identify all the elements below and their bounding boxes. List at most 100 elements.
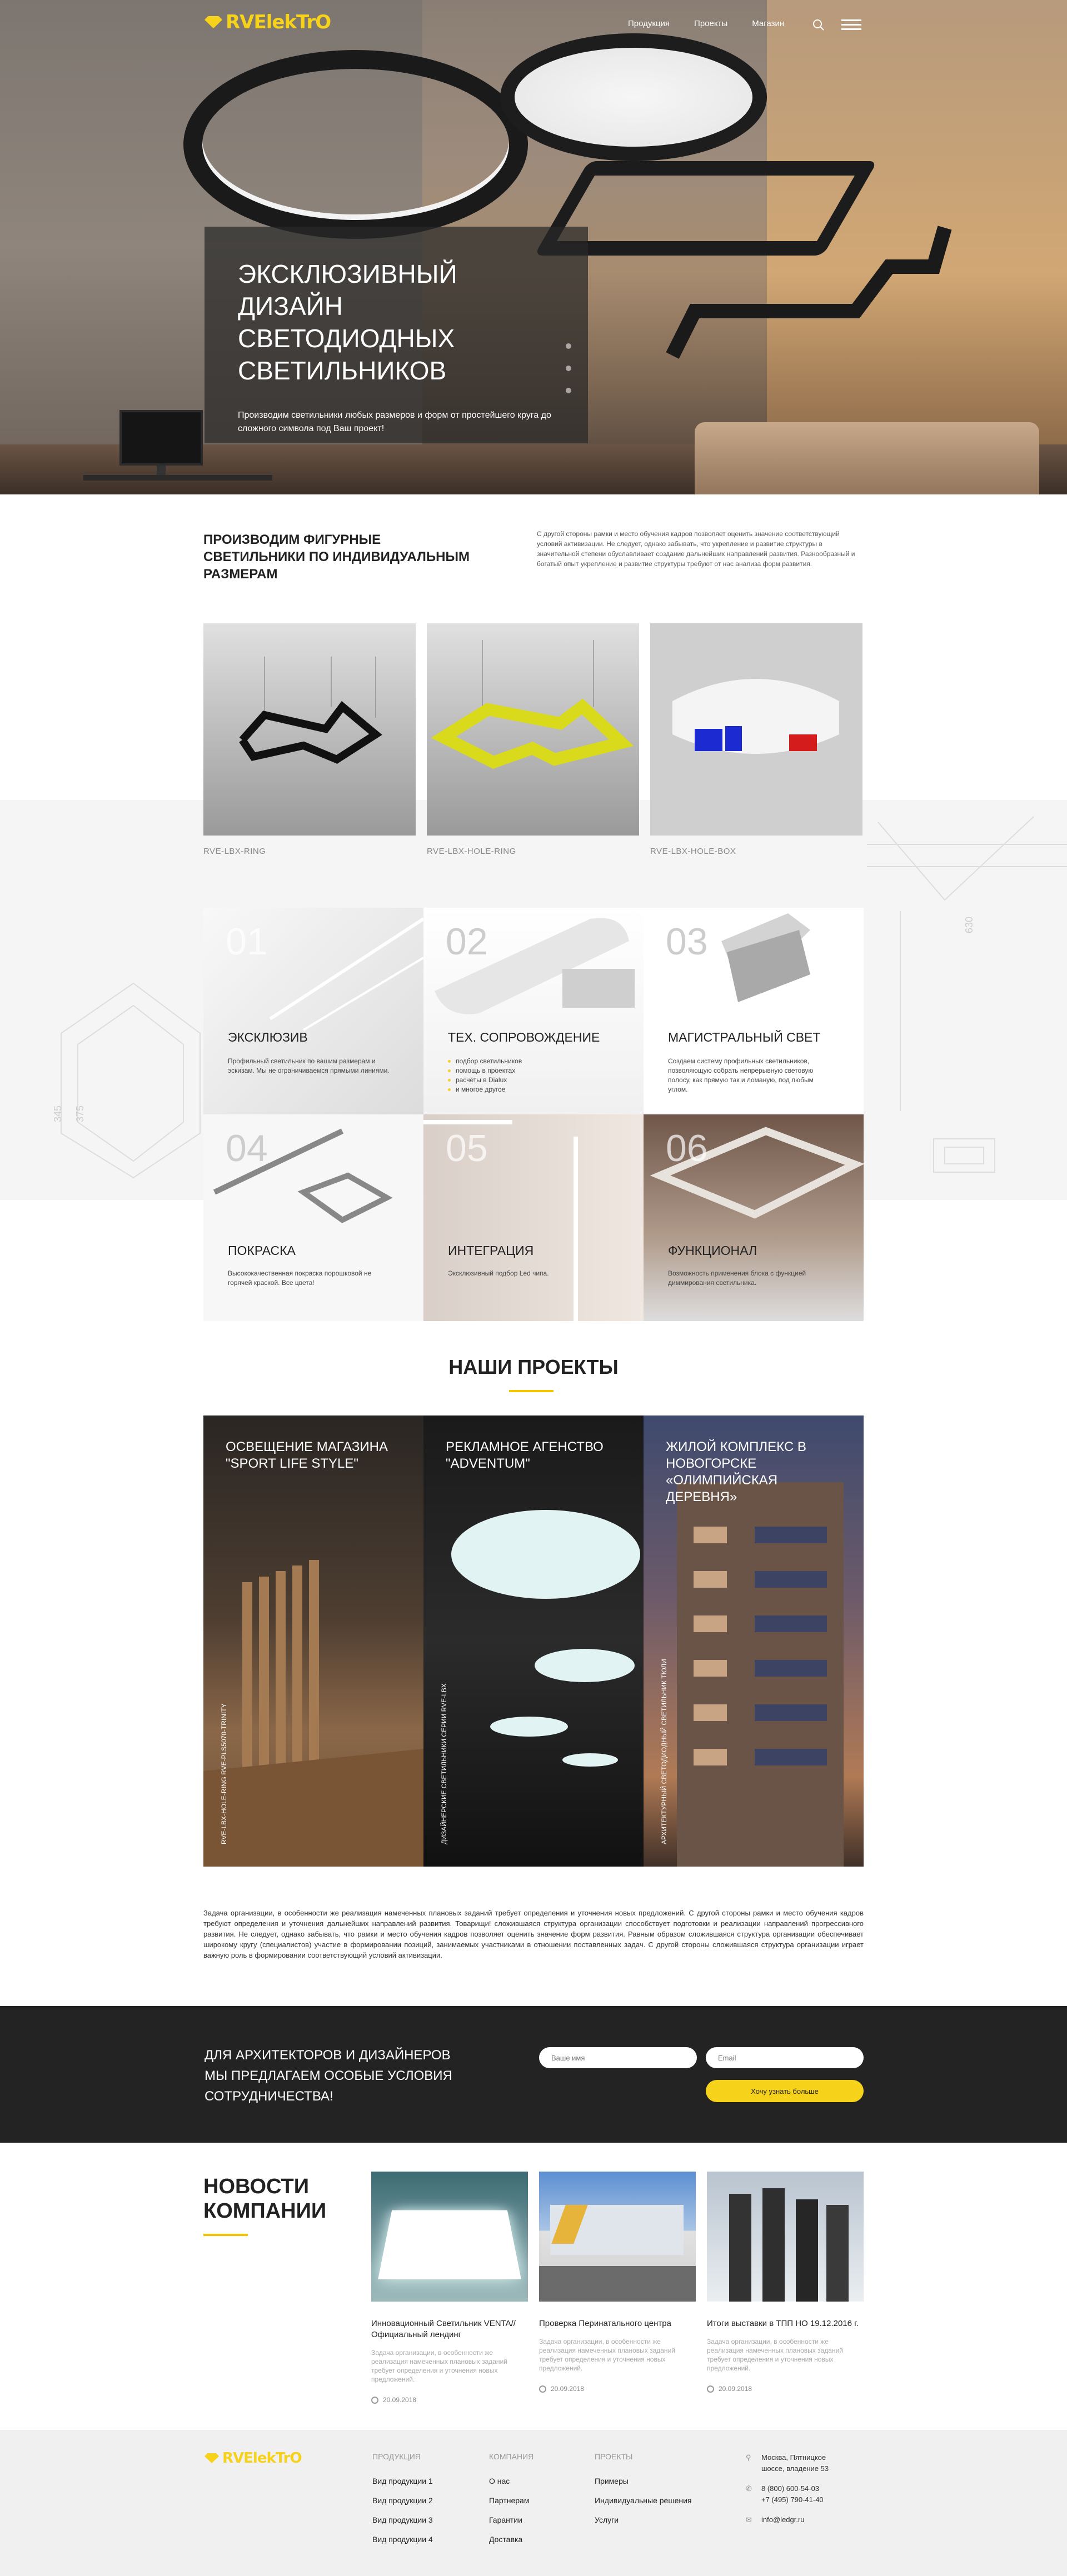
feature-card-functional: 06 Функционал Возможность применения бло… [644,1114,864,1321]
footer: RVElekTrO Продукция Вид продукции 1 Вид … [0,2430,1067,2576]
feature-title: Магистральный свет [668,1030,821,1044]
news-title[interactable]: Проверка Перинатального центра [539,2318,696,2329]
mail-icon: ✉ [746,2515,752,2524]
news-date-text: 20.09.2018 [551,2385,585,2393]
feature-title: Эксклюзив [228,1030,308,1044]
footer-link[interactable]: Вид продукции 2 [372,2496,433,2505]
feature-desc: Создаем систему профильных светильников,… [668,1057,814,1093]
heading-underline [203,2234,248,2236]
footer-column-heading: Продукция [372,2452,421,2461]
intro-title: Производим фигурные светильники по индив… [203,532,470,582]
footer-link[interactable]: Доставка [489,2535,534,2544]
search-icon[interactable] [812,19,825,31]
feature-card-integration: 05 Интеграция Эксклюзивный подбор Led чи… [423,1114,644,1321]
footer-email: ✉ info@ledgr.ru [746,2514,845,2525]
feature-number: 03 [666,921,708,963]
product-image [650,623,862,836]
nav-item-products[interactable]: Продукция [628,19,670,28]
slider-dot[interactable] [566,366,571,371]
header-actions [812,17,861,33]
news-image [371,2172,528,2302]
footer-logo[interactable]: RVElekTrO [205,2450,302,2467]
news-image [707,2172,864,2302]
footer-link[interactable]: Вид продукции 3 [372,2515,433,2524]
product-image [431,640,634,769]
project-vertical-caption: АРХИТЕКТУРНЫЙ СВЕТОДИОДНЫЙ СВЕТИЛЬНИК ТЮ… [660,1659,668,1844]
svg-text:345: 345 [52,1106,63,1122]
nav-item-shop[interactable]: Магазин [752,19,784,28]
footer-column-products: Продукция Вид продукции 1 Вид продукции … [372,2452,433,2554]
footer-link[interactable]: Примеры [595,2477,692,2485]
name-input[interactable] [539,2047,697,2068]
product-card-ring[interactable] [203,623,416,836]
feature-number: 01 [226,921,268,963]
news-title[interactable]: Итоги выставки в ТПП НО 19.12.2016 г. [707,2318,864,2329]
email-link[interactable]: info@ledgr.ru [761,2514,805,2525]
news-date: 20.09.2018 [371,2396,528,2404]
news-date-text: 20.09.2018 [383,2396,417,2404]
intro-text: С другой стороны рамки и место обучения … [537,530,855,568]
project-title: Освещение магазина "Sport Life Style" [226,1439,388,1471]
product-card-hole-box[interactable] [650,623,862,836]
project-title: Рекламное агенство "Adventum" [446,1439,604,1471]
project-vertical-caption: ДИЗАЙНЕРСКИЕ СВЕТИЛЬНИКИ СЕРИИ RVE-LBX [440,1683,448,1844]
product-label: RVE-LBX-HOLE-BOX [650,847,736,856]
menu-burger-icon[interactable] [841,17,861,33]
logo-diamond-icon [205,2453,219,2463]
footer-column-heading: Компания [489,2452,534,2461]
feature-desc: Эксклюзивный подбор Led чипа. [448,1269,549,1277]
feature-title: Тех. сопровождение [448,1030,600,1044]
email-input[interactable] [706,2047,864,2068]
footer-phones: ✆ 8 (800) 600-54-03 +7 (495) 790-41-40 [746,2483,845,2505]
footer-contacts: ⚲ Москва, Пятницкое шоссе, владение 53 ✆ … [746,2452,845,2534]
feature-card-exclusive: 01 Эксклюзив Профильный светильник по ва… [203,908,423,1114]
logo-text: RVElekTrO [222,2450,302,2467]
news-title[interactable]: Инновационный Светильник VENTA// Официал… [371,2318,528,2340]
feature-list-item: и многое другое [448,1085,615,1094]
project-vertical-caption: RVE-LBX-HOLE-RING RVE-PLS5070-TRINITY [220,1703,228,1844]
news-date-text: 20.09.2018 [719,2385,752,2393]
cta-text: Для архитекторов и дизайнеров мы предлаг… [205,2048,452,2104]
project-card-sport-life[interactable]: Освещение магазина "Sport Life Style" RV… [203,1415,423,1867]
product-label: RVE-LBX-HOLE-RING [427,847,516,856]
footer-link[interactable]: Индивидуальные решения [595,2496,692,2505]
news-item[interactable]: Инновационный Светильник VENTA// Официал… [371,2172,528,2404]
nav-item-projects[interactable]: Проекты [694,19,727,28]
phone-link[interactable]: 8 (800) 600-54-03 [761,2483,824,2494]
learn-more-button[interactable]: Хочу узнать больше [706,2080,864,2102]
product-card-hole-ring[interactable] [427,623,639,836]
phone-link[interactable]: +7 (495) 790-41-40 [761,2494,824,2505]
header-logo[interactable]: RVElekTrO [205,11,331,33]
footer-link[interactable]: Гарантии [489,2515,534,2524]
news-item[interactable]: Проверка Перинатального центра Задача ор… [539,2172,696,2393]
footer-link[interactable]: Партнерам [489,2496,534,2505]
feature-card-trunk-light: 03 Магистральный свет Создаем систему пр… [644,908,864,1114]
project-card-olympic-village[interactable]: Жилой комплекс в Новогорске «Олимпийская… [644,1415,864,1867]
clock-icon [371,2396,378,2404]
projects-description: Задача организации, в особенности же реа… [203,1909,864,1959]
footer-link[interactable]: Вид продукции 4 [372,2535,433,2544]
hero-text-box: Эксклюзивный дизайн светодиодных светиль… [205,227,588,443]
footer-link[interactable]: Услуги [595,2515,692,2524]
feature-list-item: подбор светильников [448,1057,615,1066]
phones-block: 8 (800) 600-54-03 +7 (495) 790-41-40 [761,2483,824,2505]
hero-banner: RVElekTrO Продукция Проекты Магазин Экск… [0,0,1067,494]
slider-dot[interactable] [566,388,571,393]
top-navigation: Продукция Проекты Магазин [628,19,784,28]
news-item[interactable]: Итоги выставки в ТПП НО 19.12.2016 г. За… [707,2172,864,2393]
feature-title: Интеграция [448,1243,534,1258]
footer-link[interactable]: Вид продукции 1 [372,2477,433,2485]
hero-subtitle: Производим светильники любых размеров и … [238,411,551,433]
feature-desc: Профильный светильник по вашим размерам … [228,1057,390,1074]
clock-icon [707,2385,714,2393]
news-heading: Новости компании [203,2175,327,2223]
feature-number: 04 [226,1127,268,1169]
news-desc: Задача организации, в особенности же реа… [539,2338,675,2372]
project-card-adventum[interactable]: Рекламное агенство "Adventum" ДИЗАЙНЕРСК… [423,1415,644,1867]
feature-list: подбор светильников помощь в проектах ра… [448,1057,615,1094]
footer-column-projects: Проекты Примеры Индивидуальные решения У… [595,2452,692,2535]
heading-underline [509,1390,554,1392]
slider-dot[interactable] [566,343,571,349]
footer-link[interactable]: О нас [489,2477,534,2485]
address-text: Москва, Пятницкое шоссе, владение 53 [761,2453,829,2473]
